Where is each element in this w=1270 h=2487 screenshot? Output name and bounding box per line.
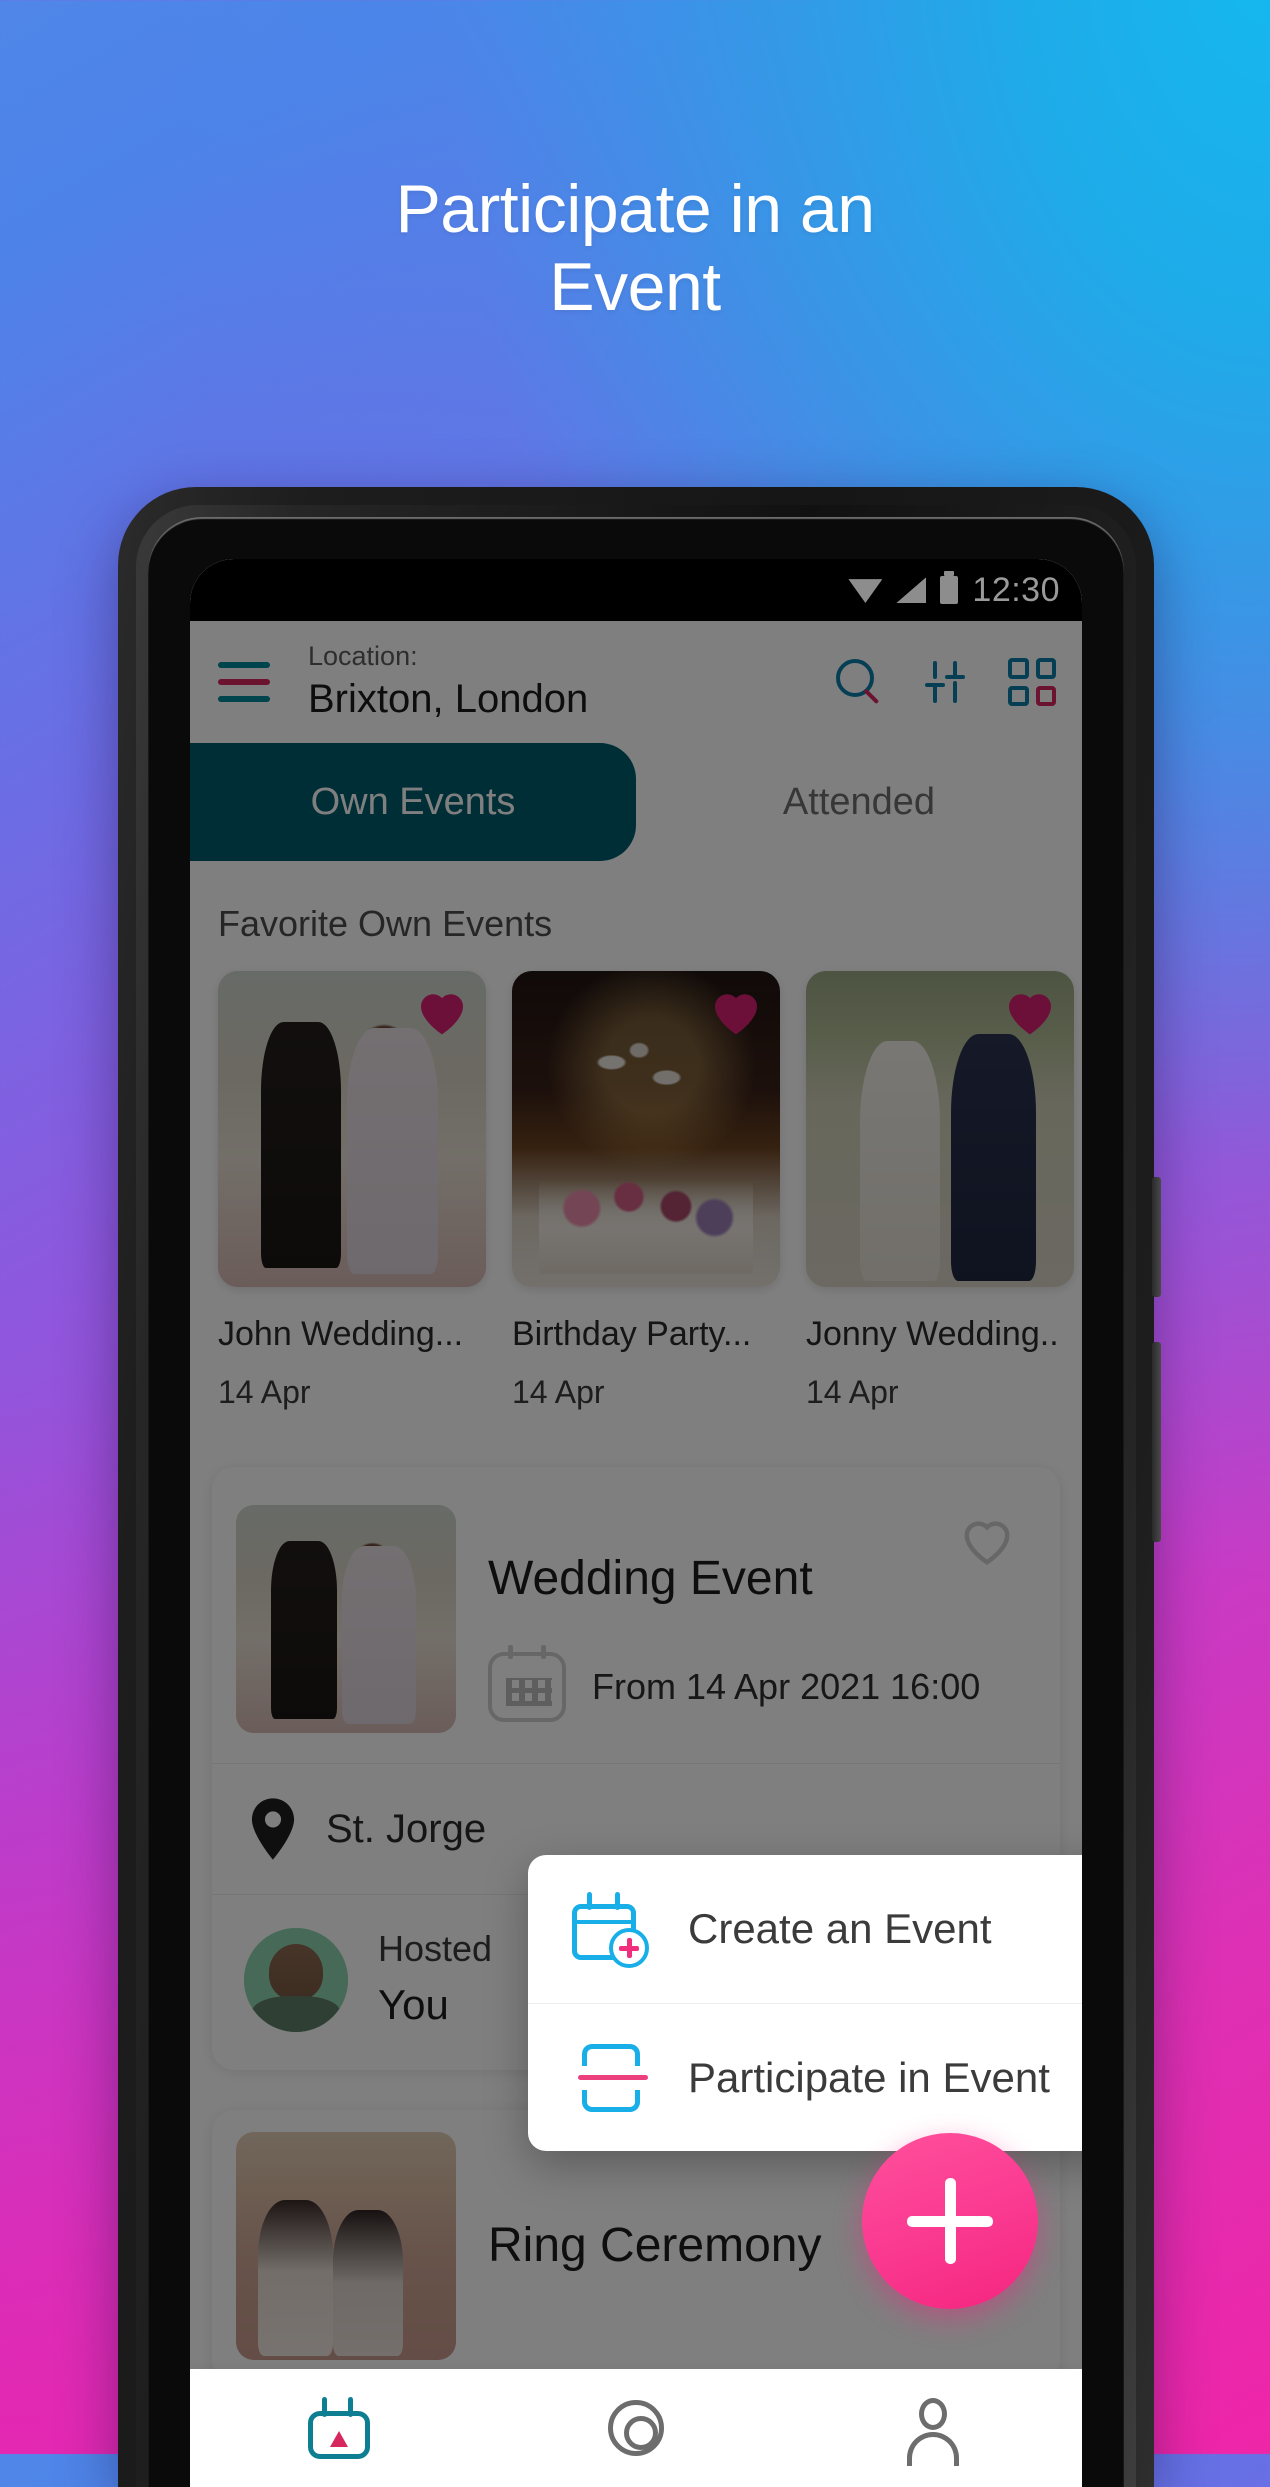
event-photo <box>236 2132 456 2361</box>
phone-screen: 12:30 Location: Brixton, London Own Even… <box>190 559 1082 2487</box>
events-calendar-icon <box>307 2397 370 2459</box>
event-thumbnail <box>236 2132 456 2361</box>
promo-headline: Participate in an Event <box>0 170 1270 326</box>
wifi-icon <box>848 577 882 603</box>
profile-person-icon <box>905 2398 961 2466</box>
favorites-section-title: Favorite Own Events <box>190 861 1082 971</box>
favorite-date: 14 Apr <box>218 1374 311 1410</box>
favorite-thumbnail <box>512 971 780 1287</box>
calendar-plus-icon <box>572 1892 649 1968</box>
event-datetime-row: From 14 Apr 2021 16:00 <box>488 1645 1034 1722</box>
filter-sliders-icon[interactable] <box>922 659 968 705</box>
status-bar-time: 12:30 <box>972 570 1060 609</box>
promo-headline-line1: Participate in an <box>395 171 875 247</box>
favorite-thumbnail <box>806 971 1074 1287</box>
menu-item-participate-event-label: Participate in Event <box>688 2053 1050 2101</box>
bottom-navigation <box>190 2369 1082 2487</box>
hamburger-line-1 <box>218 662 270 668</box>
host-text: Hosted You <box>378 1923 492 2036</box>
event-datetime: From 14 Apr 2021 16:00 <box>592 1666 981 1707</box>
favorite-title: Jonny Wedding.. <box>806 1315 1059 1353</box>
favorite-date: 14 Apr <box>512 1374 605 1410</box>
hamburger-line-2 <box>218 679 270 685</box>
plus-icon <box>907 2178 993 2264</box>
phone-rim: 12:30 Location: Brixton, London Own Even… <box>148 517 1124 2487</box>
phone-power-button <box>1152 1342 1161 1542</box>
calendar-icon <box>488 1645 566 1722</box>
menu-item-create-event-label: Create an Event <box>688 1905 992 1952</box>
app-bar: Location: Brixton, London <box>190 621 1082 743</box>
favorites-row: John Wedding... 14 Apr Birthday Party...… <box>190 971 1082 1411</box>
signal-icon <box>896 577 927 603</box>
event-card-info: Wedding Event From 14 Apr 2021 16:00 <box>456 1505 1034 1733</box>
location-block[interactable]: Location: Brixton, London <box>308 640 836 724</box>
promo-headline-line2: Event <box>549 249 721 326</box>
host-label: Hosted <box>378 1928 493 1969</box>
battery-icon <box>940 571 959 604</box>
favorite-title: Birthday Party... <box>512 1315 752 1353</box>
favorite-card[interactable]: Birthday Party... 14 Apr <box>512 971 780 1411</box>
tab-attended[interactable]: Attended <box>636 743 1082 861</box>
hamburger-menu-icon[interactable] <box>218 662 276 702</box>
menu-item-participate-event[interactable]: Participate in Event <box>528 2003 1082 2151</box>
heart-filled-icon[interactable] <box>708 985 764 1037</box>
location-value: Brixton, London <box>308 676 589 721</box>
event-tabs: Own Events Attended <box>190 743 1082 861</box>
event-title: Wedding Event <box>488 1552 813 1605</box>
favorite-date: 14 Apr <box>806 1374 899 1410</box>
phone-mockup: 12:30 Location: Brixton, London Own Even… <box>118 487 1161 2487</box>
nav-item-profile[interactable] <box>873 2378 993 2478</box>
status-bar: 12:30 <box>190 559 1082 621</box>
add-event-fab[interactable] <box>862 2133 1038 2309</box>
search-icon[interactable] <box>836 659 882 705</box>
grid-view-icon[interactable] <box>1008 658 1056 706</box>
event-thumbnail <box>236 1505 456 1733</box>
map-pin-icon <box>250 1798 296 1860</box>
heart-filled-icon[interactable] <box>1002 985 1058 1037</box>
target-discover-icon <box>607 2400 664 2456</box>
heart-filled-icon[interactable] <box>414 985 470 1037</box>
app-bar-actions <box>836 658 1056 706</box>
host-name: You <box>378 1981 449 2029</box>
tab-own-events[interactable]: Own Events <box>190 743 636 861</box>
nav-item-discover[interactable] <box>576 2378 696 2478</box>
menu-item-create-event[interactable]: Create an Event <box>528 1855 1082 2003</box>
nav-item-events[interactable] <box>279 2378 399 2478</box>
favorite-card[interactable]: Jonny Wedding.. 14 Apr <box>806 971 1074 1411</box>
event-photo <box>236 1505 456 1733</box>
popup-menu: Create an Event Participate in Event <box>528 1855 1082 2151</box>
event-title: Ring Ceremony <box>488 2219 822 2273</box>
favorite-thumbnail <box>218 971 486 1287</box>
scan-participate-icon <box>578 2042 648 2114</box>
phone-volume-button <box>1152 1177 1161 1297</box>
event-card-top: Wedding Event From 14 Apr 2021 16:00 <box>212 1487 1060 1733</box>
favorite-title: John Wedding... <box>218 1315 464 1353</box>
heart-outline-icon[interactable] <box>960 1515 1014 1565</box>
favorite-card[interactable]: John Wedding... 14 Apr <box>218 971 486 1411</box>
avatar <box>244 1927 348 2032</box>
hamburger-line-3 <box>218 696 270 702</box>
location-label: Location: <box>308 641 418 672</box>
event-location: St. Jorge <box>326 1806 487 1851</box>
